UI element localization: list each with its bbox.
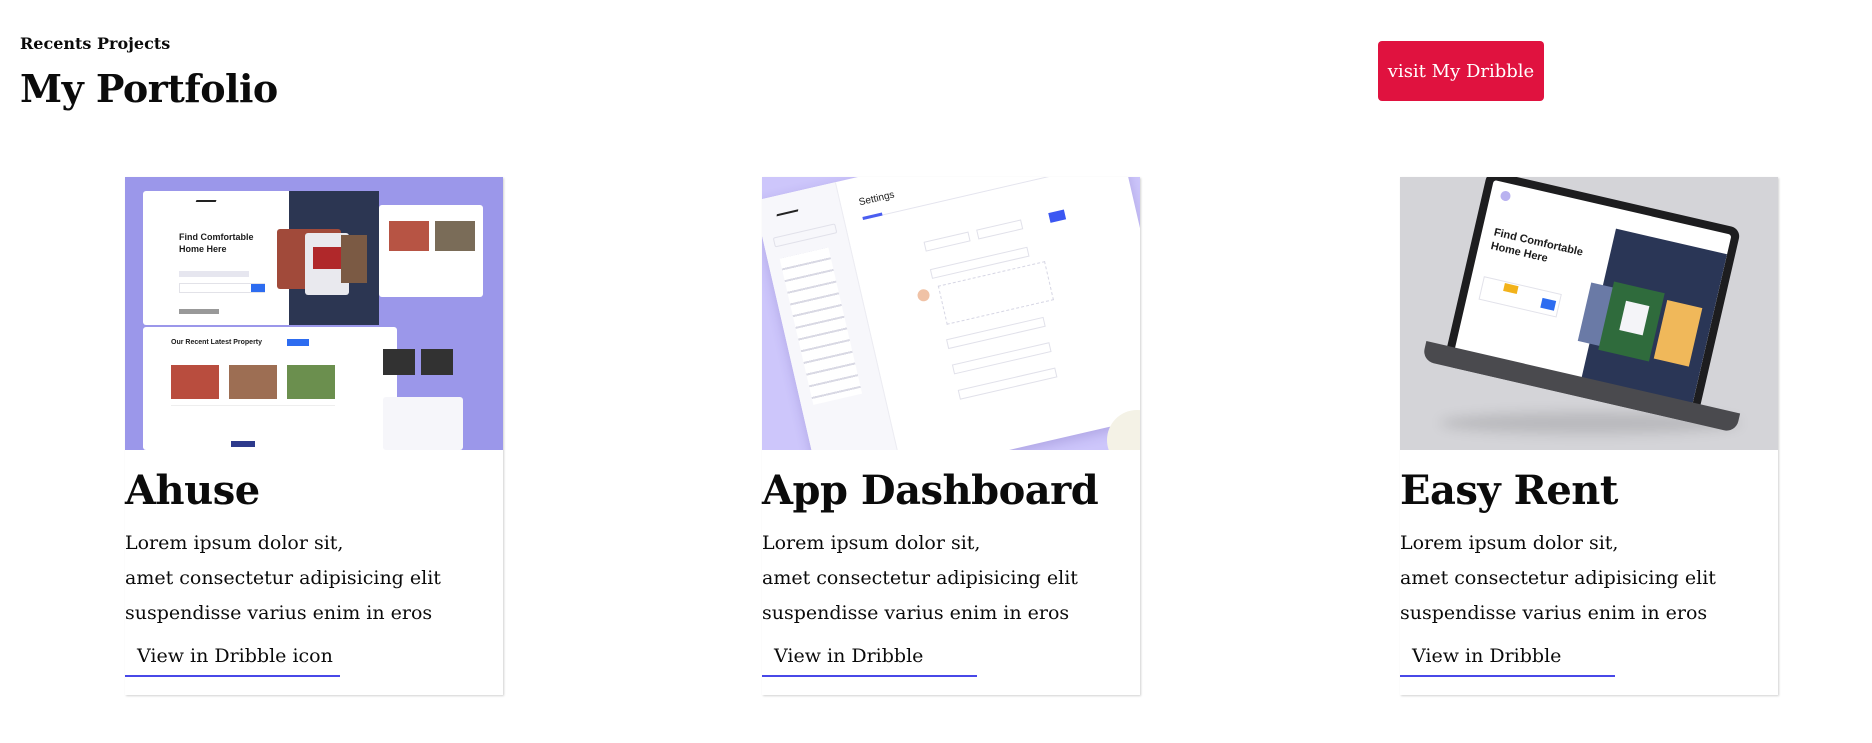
eyebrow-label: Recents Projects [20,34,171,53]
thumb-headline: Find Comfortable Home Here [179,232,254,254]
project-thumbnail-ahuse[interactable]: Find Comfortable Home Here Our Recent La… [125,177,503,450]
project-description: Lorem ipsum dolor sit, amet consectetur … [125,526,441,631]
project-card-ahuse: Find Comfortable Home Here Our Recent La… [125,177,503,695]
description-line: Lorem ipsum dolor sit, [125,532,344,554]
description-line: suspendisse varius enim in eros [1400,602,1708,624]
thumb-section-title: Our Recent Latest Property [171,339,263,346]
project-title: App Dashboard [762,467,1099,514]
description-line: Lorem ipsum dolor sit, [1400,532,1619,554]
description-line: amet consectetur adipisicing elit [1400,567,1716,589]
view-in-dribbble-link[interactable]: View in Dribble icon [125,637,340,677]
thumb-headline: Find Comfortable Home Here [1489,226,1585,265]
description-line: Lorem ipsum dolor sit, [762,532,981,554]
project-thumbnail-app-dashboard[interactable]: Settings [762,177,1140,450]
description-line: suspendisse varius enim in eros [762,602,1070,624]
description-line: amet consectetur adipisicing elit [762,567,1078,589]
project-card-easy-rent: Find Comfortable Home Here Easy Rent Lor… [1400,177,1778,695]
view-in-dribbble-link[interactable]: View in Dribble [762,637,977,677]
visit-dribbble-button[interactable]: visit My Dribble [1378,41,1544,101]
view-in-dribbble-link[interactable]: View in Dribble [1400,637,1615,677]
page-title: My Portfolio [20,66,278,111]
description-line: amet consectetur adipisicing elit [125,567,441,589]
project-title: Easy Rent [1400,467,1618,514]
thumb-headline: Settings [857,189,896,209]
project-card-app-dashboard: Settings App Dashboard Lorem ipsum dolor… [762,177,1140,695]
description-line: suspendisse varius enim in eros [125,602,433,624]
project-thumbnail-easy-rent[interactable]: Find Comfortable Home Here [1400,177,1778,450]
project-title: Ahuse [125,467,260,514]
project-description: Lorem ipsum dolor sit, amet consectetur … [762,526,1078,631]
project-description: Lorem ipsum dolor sit, amet consectetur … [1400,526,1716,631]
